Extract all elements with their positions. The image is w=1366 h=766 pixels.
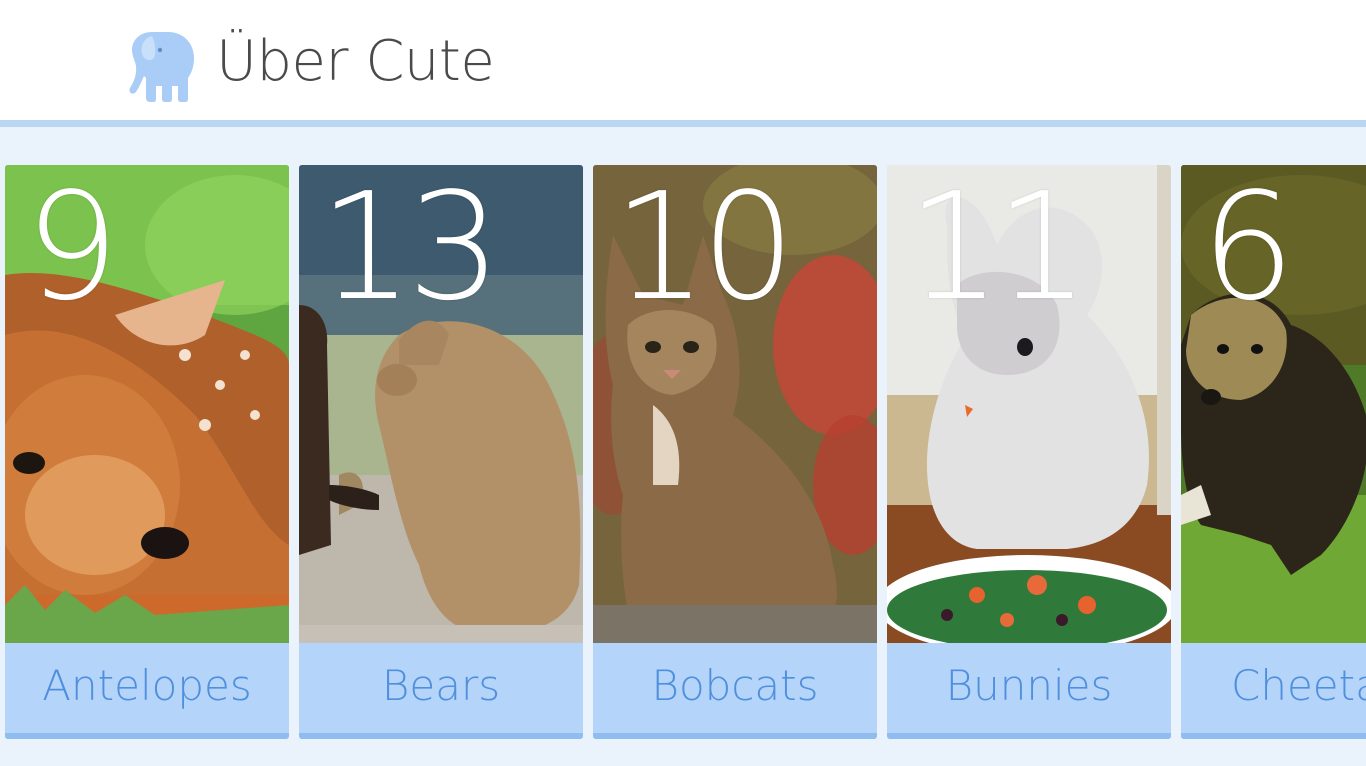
tile-label-bar: Bobcats <box>593 643 877 739</box>
app-title: Über Cute <box>216 29 495 94</box>
elephant-icon <box>122 26 202 104</box>
tile-count: 13 <box>319 165 501 333</box>
tile-label-bar: Bunnies <box>887 643 1171 739</box>
tile-label: Antelopes <box>42 661 252 710</box>
tile-count: 6 <box>1201 165 1295 333</box>
category-tile-bobcats[interactable]: 10 Bobcats <box>593 165 877 739</box>
tile-label-bar: Antelopes <box>5 643 289 739</box>
category-tile-bunnies[interactable]: 11 Bunnies <box>887 165 1171 739</box>
app-header: Über Cute <box>0 0 1366 120</box>
category-tile-antelopes[interactable]: 9 Antelopes <box>5 165 289 739</box>
category-tile-cheetahs[interactable]: 6 Cheeta <box>1181 165 1366 739</box>
tile-count: 9 <box>25 165 119 333</box>
category-grid-area[interactable]: 9 Antelopes 13 Bears 10 Bobcats 11 Bunni… <box>0 127 1366 766</box>
tile-count: 10 <box>613 165 795 333</box>
header-divider <box>0 120 1366 127</box>
tile-count: 11 <box>907 165 1089 333</box>
tile-label-bar: Cheeta <box>1181 643 1366 739</box>
category-tile-bears[interactable]: 13 Bears <box>299 165 583 739</box>
tile-label: Bunnies <box>945 661 1113 710</box>
tile-label: Bobcats <box>651 661 819 710</box>
tile-label: Cheeta <box>1231 661 1366 710</box>
tile-label: Bears <box>381 661 501 710</box>
tile-label-bar: Bears <box>299 643 583 739</box>
